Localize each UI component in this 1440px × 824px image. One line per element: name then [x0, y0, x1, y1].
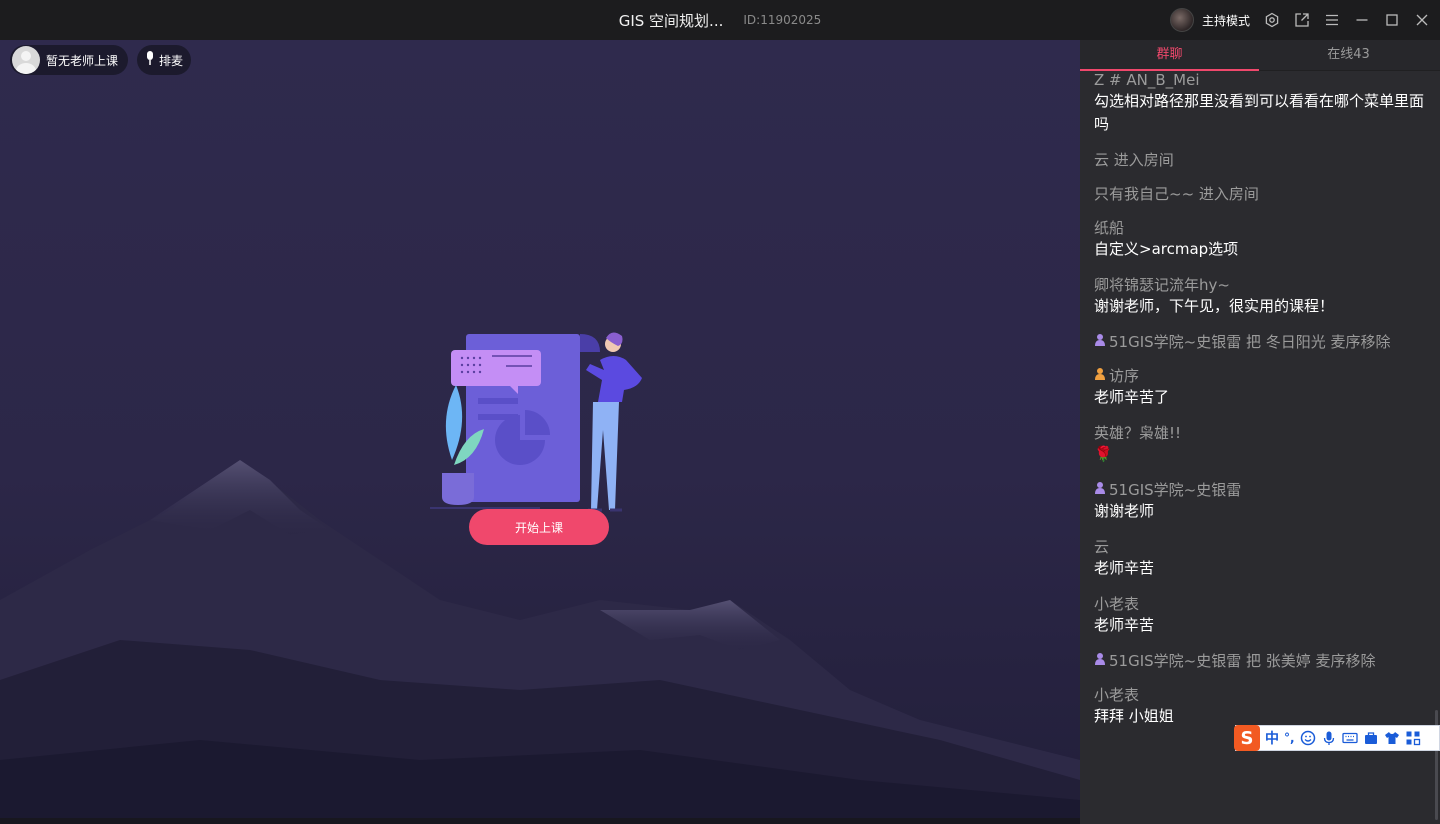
chat-message-sender: 小老表: [1094, 685, 1424, 705]
start-class-button[interactable]: 开始上课: [469, 509, 609, 545]
host-mode-label[interactable]: 主持模式: [1202, 12, 1250, 29]
chat-message: 访序老师辛苦了: [1094, 366, 1424, 409]
chat-message: Z # AN_B_Mei 勾选相对路径那里没看到可以看看在哪个菜单里面吗: [1094, 70, 1424, 136]
chat-sender-text: 云: [1094, 538, 1110, 556]
classroom-stage: 暂无老师上课 排麦 开始上课: [0, 40, 1080, 824]
minimize-icon[interactable]: [1354, 12, 1370, 28]
chat-sender-text: 51GIS学院~史银雷 把 冬日阳光 麦序移除: [1109, 333, 1391, 351]
emoji-icon[interactable]: [1300, 730, 1316, 746]
microphone-icon: [145, 50, 155, 70]
user-badge-icon: [1094, 480, 1109, 500]
keyboard-icon[interactable]: [1341, 730, 1358, 746]
chat-sender-text: 51GIS学院~史银雷 把 张美婷 麦序移除: [1109, 652, 1376, 670]
maximize-icon[interactable]: [1384, 12, 1400, 28]
chat-sender-text: 51GIS学院~史银雷: [1109, 481, 1242, 499]
queue-label: 排麦: [159, 53, 184, 68]
chat-message-sender: 只有我自己~~ 进入房间: [1094, 184, 1424, 204]
teacher-status-chip: 暂无老师上课: [10, 45, 129, 75]
ime-mode-toggle[interactable]: 中: [1265, 728, 1279, 748]
chat-sender-text: Z # AN_B_Mei: [1094, 71, 1200, 89]
chat-sender-text: 访序: [1109, 367, 1140, 385]
chat-sender-text: 纸船: [1094, 219, 1125, 237]
chat-sender-text: 卿将锦瑟记流年hy~: [1094, 276, 1230, 294]
ime-punct-toggle[interactable]: °,: [1284, 731, 1295, 745]
chat-message: 51GIS学院~史银雷 把 冬日阳光 麦序移除: [1094, 332, 1424, 352]
chat-message-text: 自定义>arcmap选项: [1094, 240, 1239, 258]
chat-message-text: 🌹: [1094, 445, 1113, 463]
window-title: GIS 空间规划...: [618, 11, 724, 30]
chat-message-list: Z # AN_B_Mei 勾选相对路径那里没看到可以看看在哪个菜单里面吗云 进入房…: [1094, 70, 1424, 742]
chat-message: 小老表 拜拜 小姐姐: [1094, 685, 1424, 728]
chat-message: 51GIS学院~史银雷 把 张美婷 麦序移除: [1094, 651, 1424, 671]
user-badge-icon: [1094, 651, 1109, 671]
chat-sender-text: 云 进入房间: [1094, 151, 1174, 169]
chat-message: 云 进入房间: [1094, 150, 1424, 170]
teacher-avatar: [12, 46, 40, 74]
chat-message: 卿将锦瑟记流年hy~ 谢谢老师，下午见，很实用的课程！: [1094, 275, 1424, 318]
stage-bottom-strip: [0, 818, 1080, 824]
chat-tabs: 群聊 在线43: [1080, 40, 1440, 71]
skin-icon[interactable]: [1384, 730, 1400, 746]
chat-message-sender: 小老表: [1094, 594, 1424, 614]
chat-message: 51GIS学院~史银雷谢谢老师: [1094, 480, 1424, 523]
chat-message-sender: 51GIS学院~史银雷 把 张美婷 麦序移除: [1094, 651, 1424, 671]
chat-message: 纸船自定义>arcmap选项: [1094, 218, 1424, 261]
chat-message-text: 老师辛苦了: [1094, 388, 1170, 406]
chat-message-sender: 卿将锦瑟记流年hy~: [1094, 275, 1424, 295]
popout-icon[interactable]: [1294, 12, 1310, 28]
more-tools-icon[interactable]: [1405, 730, 1421, 746]
chat-message-sender: 51GIS学院~史银雷 把 冬日阳光 麦序移除: [1094, 332, 1424, 352]
room-id: ID:11902025: [743, 13, 822, 27]
close-icon[interactable]: [1414, 12, 1430, 28]
chat-message-text: 老师辛苦: [1094, 559, 1155, 577]
chat-message: 云老师辛苦: [1094, 537, 1424, 580]
chat-sender-text: 英雄？枭雄!!: [1094, 424, 1182, 442]
voice-input-icon[interactable]: [1321, 730, 1337, 746]
settings-icon[interactable]: [1264, 12, 1280, 28]
chat-message: 只有我自己~~ 进入房间: [1094, 184, 1424, 204]
queue-button[interactable]: 排麦: [137, 45, 192, 75]
chat-message-sender: 51GIS学院~史银雷: [1094, 480, 1424, 500]
chat-message-text: 老师辛苦: [1094, 616, 1155, 634]
teacher-status-label: 暂无老师上课: [46, 53, 119, 68]
toolbox-icon[interactable]: [1363, 730, 1379, 746]
user-badge-icon: [1094, 366, 1109, 386]
chat-message-sender: 英雄？枭雄!!: [1094, 423, 1424, 443]
chat-message-sender: 云 进入房间: [1094, 150, 1424, 170]
chat-sender-text: 只有我自己~~ 进入房间: [1094, 185, 1259, 203]
chat-message-text: 勾选相对路径那里没看到可以看看在哪个菜单里面吗: [1094, 92, 1425, 133]
chat-panel: 群聊 在线43 Z # AN_B_Mei 勾选相对路径那里没看到可以看看在哪个菜单…: [1080, 40, 1440, 824]
class-illustration: [430, 332, 642, 512]
chat-message-sender: Z # AN_B_Mei: [1094, 70, 1424, 90]
chat-sender-text: 小老表: [1094, 686, 1140, 704]
chat-message-text: 谢谢老师，下午见，很实用的课程！: [1094, 297, 1335, 315]
chat-message-sender: 访序: [1094, 366, 1424, 386]
ime-toolbar[interactable]: S 中 °,: [1234, 725, 1440, 751]
title-bar: GIS 空间规划... ID:11902025 主持模式: [0, 0, 1440, 40]
chat-sender-text: 小老表: [1094, 595, 1140, 613]
tab-online[interactable]: 在线43: [1259, 40, 1438, 70]
tab-group-chat[interactable]: 群聊: [1080, 40, 1259, 71]
chat-message-sender: 纸船: [1094, 218, 1424, 238]
menu-icon[interactable]: [1324, 12, 1340, 28]
user-badge-icon: [1094, 332, 1109, 352]
chat-message: 英雄？枭雄!! 🌹: [1094, 423, 1424, 466]
chat-message-text: 谢谢老师: [1094, 502, 1155, 520]
chat-message-sender: 云: [1094, 537, 1424, 557]
host-avatar[interactable]: [1169, 8, 1194, 32]
sogou-logo-icon[interactable]: S: [1234, 725, 1260, 751]
chat-message: 小老表 老师辛苦: [1094, 594, 1424, 637]
